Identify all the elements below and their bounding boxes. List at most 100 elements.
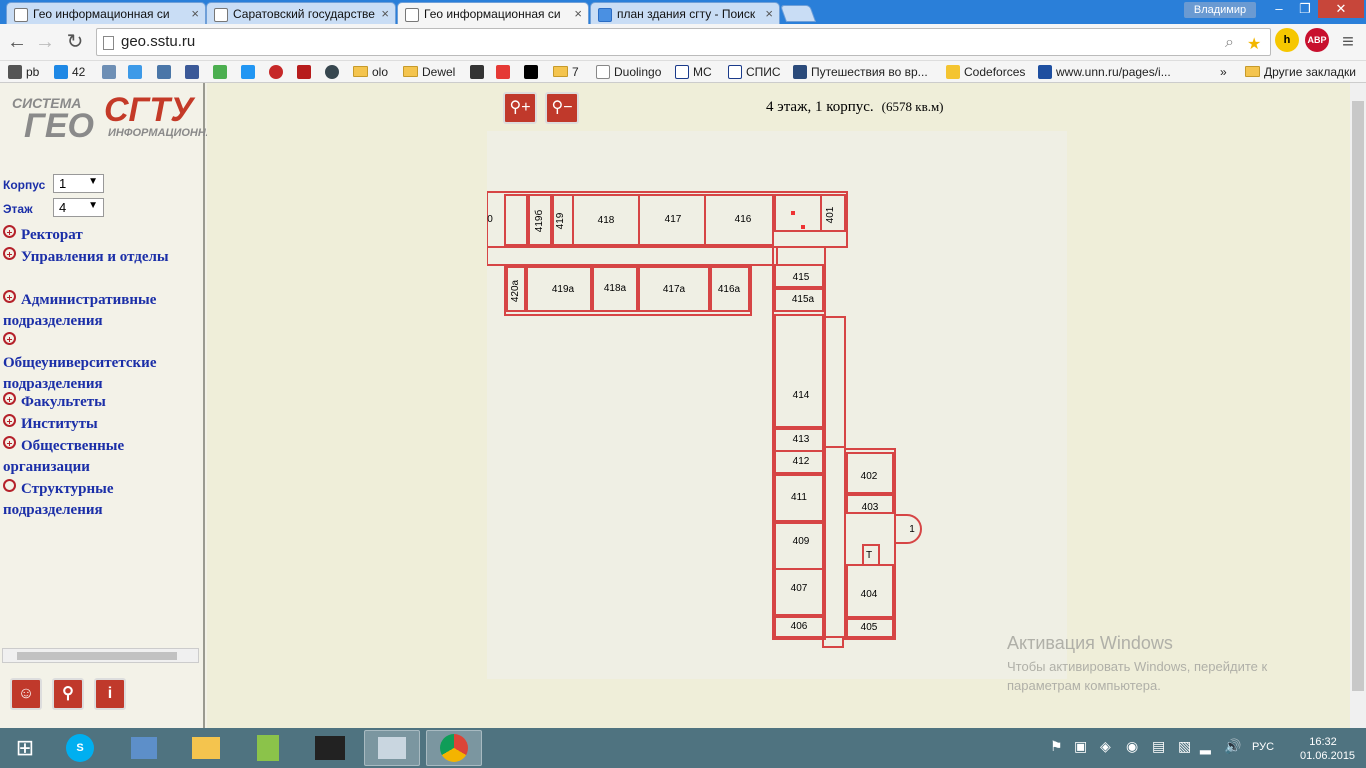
floor-title-text: 4 этаж, 1 корпус. [766, 99, 874, 115]
control-panel-icon[interactable] [116, 730, 172, 766]
bookmark-codeforces[interactable]: Codeforces [946, 63, 1025, 81]
tab-search[interactable]: план здания сгту - Поиск × [590, 2, 780, 26]
bookmark-ext7[interactable] [524, 63, 542, 81]
media-player-icon[interactable] [302, 730, 358, 766]
close-icon[interactable]: × [765, 6, 773, 21]
bookmark-ext4[interactable] [297, 63, 315, 81]
windows-start-icon[interactable]: ⊞ [0, 730, 50, 766]
url-text[interactable]: geo.sstu.ru [121, 33, 195, 50]
monitor-app-icon[interactable] [364, 730, 420, 766]
people-icon[interactable]: ☺ [10, 678, 42, 710]
tab-label: план здания сгту - Поиск [617, 7, 756, 21]
page-scrollbar[interactable] [1350, 83, 1366, 728]
room-label: 419 [555, 212, 566, 229]
bookmark-vk[interactable] [157, 63, 175, 81]
menu-strukturnye[interactable]: Структурные подразделения [3, 479, 198, 521]
menu-rektorat[interactable]: Ректорат [3, 225, 198, 246]
bookmark-42[interactable]: 42 [54, 63, 85, 81]
bookmark-other[interactable]: Другие закладки [1245, 63, 1356, 81]
profile-name[interactable]: Владимир [1184, 2, 1256, 18]
bookmark-icon [297, 65, 311, 79]
bookmark-dewel[interactable]: Dewel [403, 63, 455, 81]
menu-admin[interactable]: Административные подразделения [3, 290, 198, 332]
bookmark-7[interactable]: 7 [553, 63, 579, 81]
bookmark-ext5[interactable] [325, 63, 343, 81]
forward-icon[interactable]: → [33, 30, 57, 54]
expand-icon[interactable] [3, 290, 16, 303]
tray-app-icon[interactable]: ▤ [1152, 738, 1165, 755]
scrollbar-thumb[interactable] [1352, 101, 1364, 691]
reload-icon[interactable]: ↻ [63, 30, 87, 54]
new-tab-button[interactable] [779, 5, 817, 22]
adblock-icon[interactable]: ABP [1305, 28, 1329, 52]
bookmark-spis[interactable]: СПИС [728, 63, 781, 81]
signal-icon[interactable]: ▂ [1200, 738, 1211, 755]
menu-upravleniya[interactable]: Управления и отделы [3, 247, 198, 268]
minimize-icon[interactable]: – [1266, 0, 1292, 18]
bookmark-h[interactable] [102, 63, 120, 81]
bookmark-mc[interactable]: MC [675, 63, 712, 81]
bookmark-dropbox[interactable] [128, 63, 146, 81]
bookmark-ext1[interactable] [213, 63, 231, 81]
address-bar[interactable]: geo.sstu.ru ⌕ ★ [96, 28, 1271, 56]
maximize-icon[interactable]: ❐ [1292, 0, 1318, 18]
language-indicator[interactable]: РУС [1252, 741, 1274, 753]
scrollbar-thumb[interactable] [17, 652, 177, 660]
korpus-select[interactable]: 1 ▼ [53, 174, 104, 193]
tray-app-icon[interactable]: ◉ [1126, 738, 1138, 755]
search-icon[interactable]: ⚲ [52, 678, 84, 710]
bookmark-travel[interactable]: Путешествия во вр... [793, 63, 928, 81]
volume-icon[interactable]: 🔊 [1224, 738, 1241, 755]
expand-icon[interactable] [3, 436, 16, 449]
floor-plan[interactable]: 0 419б 419 418 417 416 401 420а 419а 418… [486, 131, 1067, 679]
tab-sstu[interactable]: Саратовский государстве × [206, 2, 396, 26]
close-icon[interactable]: × [191, 6, 199, 21]
bookmark-ext6[interactable] [470, 63, 488, 81]
zoom-out-icon[interactable]: ⚲− [545, 92, 579, 124]
h-extension-icon[interactable]: h [1275, 28, 1299, 52]
expand-icon[interactable] [3, 414, 16, 427]
menu-obshcheuniversitetskie[interactable]: Общеуниверситетские подразделения [3, 332, 198, 395]
notepad-plus-icon[interactable] [240, 730, 296, 766]
menu-icon[interactable]: ≡ [1336, 30, 1360, 54]
bookmark-youtube[interactable] [496, 63, 514, 81]
close-icon[interactable]: × [574, 6, 582, 21]
expand-icon[interactable] [3, 392, 16, 405]
bookmark-ext3[interactable] [269, 63, 287, 81]
close-window-icon[interactable]: ✕ [1318, 0, 1364, 18]
bookmark-label: Duolingo [614, 65, 662, 79]
network-icon[interactable]: ▣ [1074, 738, 1087, 755]
bookmark-olo[interactable]: olo [353, 63, 388, 81]
room-label: 0 [487, 214, 493, 225]
nvidia-icon[interactable]: ◈ [1100, 738, 1111, 755]
expand-icon[interactable] [3, 332, 16, 345]
menu-obshchestvennye[interactable]: Общественные организации [3, 436, 198, 478]
bookmark-facebook[interactable] [185, 63, 203, 81]
flag-icon[interactable]: ⚑ [1050, 738, 1063, 755]
expand-icon[interactable] [3, 247, 16, 260]
info-icon[interactable]: i [94, 678, 126, 710]
sidebar-scrollbar[interactable] [2, 648, 199, 663]
star-icon[interactable]: ★ [1247, 34, 1261, 54]
clock[interactable]: 16:32 01.06.2015 [1300, 735, 1355, 763]
menu-instituty[interactable]: Институты [3, 414, 198, 435]
bookmark-pb[interactable]: pb [8, 63, 39, 81]
close-icon[interactable]: × [381, 6, 389, 21]
chrome-icon[interactable] [426, 730, 482, 766]
expand-icon[interactable] [3, 225, 16, 238]
bookmark-unn[interactable]: www.unn.ru/pages/i... [1038, 63, 1171, 81]
bookmark-icon [241, 65, 255, 79]
back-icon[interactable]: ← [5, 30, 29, 54]
tray-app-icon[interactable]: ▧ [1178, 738, 1191, 755]
skype-icon[interactable]: S [52, 730, 108, 766]
tab-geo-active[interactable]: Гео информационная си × [397, 2, 589, 26]
explorer-icon[interactable] [178, 730, 234, 766]
etazh-select[interactable]: 4 ▼ [53, 198, 104, 217]
bookmarks-overflow[interactable]: » [1220, 63, 1227, 81]
bookmark-duolingo[interactable]: Duolingo [596, 63, 661, 81]
zoom-icon[interactable]: ⌕ [1225, 34, 1234, 52]
tab-geo-1[interactable]: Гео информационная си × [6, 2, 206, 26]
menu-fakultety[interactable]: Факультеты [3, 392, 198, 413]
zoom-in-icon[interactable]: ⚲+ [503, 92, 537, 124]
bookmark-ext2[interactable] [241, 63, 259, 81]
